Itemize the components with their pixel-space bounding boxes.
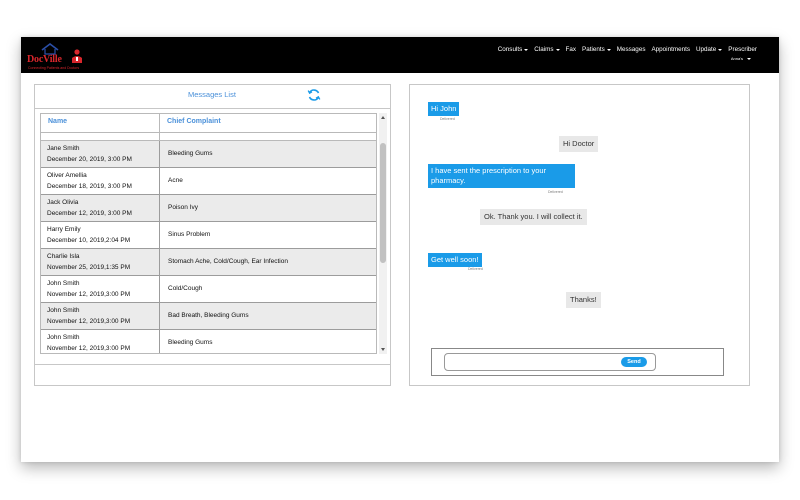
chat-message-patient: Ok. Thank you. I will collect it. <box>480 209 587 225</box>
caret-down-icon <box>524 48 529 51</box>
caret-down-icon <box>718 48 723 51</box>
messages-list-header: Messages List <box>35 85 390 109</box>
nav-appointments[interactable]: Appointments <box>651 46 690 53</box>
app-window: DocVille Connecting Patients and Doctors… <box>21 37 779 462</box>
user-name: Anna's <box>730 56 743 61</box>
patient-cell: Jane Smith December 20, 2019, 3:00 PM <box>41 141 160 167</box>
top-navbar: DocVille Connecting Patients and Doctors… <box>21 37 779 73</box>
column-header-name[interactable]: Name <box>41 114 160 132</box>
patient-cell: Jack Olivia December 12, 2019, 3:00 PM <box>41 195 160 221</box>
message-date: December 12, 2019, 3:00 PM <box>47 209 132 217</box>
chat-message-doctor: Get well soon! <box>428 253 482 267</box>
scroll-thumb[interactable] <box>380 143 386 263</box>
table-header: Name Chief Complaint <box>41 114 376 133</box>
send-button[interactable]: Send <box>621 357 647 367</box>
chat-message-patient: Thanks! <box>566 292 601 308</box>
scroll-up-arrow-icon[interactable] <box>381 116 385 119</box>
message-date: December 18, 2019, 3:00 PM <box>47 182 132 190</box>
nav-consults[interactable]: Consults <box>498 46 529 53</box>
patient-cell: John Smith November 12, 2019,3:00 PM <box>41 330 160 353</box>
refresh-icon[interactable] <box>307 88 321 102</box>
doctor-icon <box>72 49 82 63</box>
table-row[interactable]: John Smith November 12, 2019,3:00 PM Bad … <box>41 303 376 330</box>
nav-prescriber[interactable]: Prescriber <box>728 46 757 53</box>
patient-name: John Smith <box>47 280 80 287</box>
message-date: November 12, 2019,3:00 PM <box>47 290 131 298</box>
messages-list-panel: Messages List Name Chief Complaint Jane … <box>34 84 391 386</box>
table-row[interactable]: John Smith November 12, 2019,3:00 PM Blee… <box>41 330 376 353</box>
column-header-complaint[interactable]: Chief Complaint <box>160 114 376 132</box>
chat-panel: Hi John Delivered Hi Doctor I have sent … <box>409 84 750 386</box>
patient-cell: Charlie Isla November 25, 2019,1:35 PM <box>41 249 160 275</box>
complaint-cell: Bad Breath, Bleeding Gums <box>168 312 249 319</box>
patient-name: Oliver Amellia <box>47 172 87 179</box>
nav-fax[interactable]: Fax <box>566 46 577 53</box>
chat-message-patient: Hi Doctor <box>559 136 599 152</box>
messages-list-title: Messages List <box>188 90 236 99</box>
complaint-cell: Cold/Cough <box>168 285 203 292</box>
complaint-cell: Stomach Ache, Cold/Cough, Ear Infection <box>168 258 288 265</box>
delivered-status: Delivered <box>548 190 563 194</box>
table-row[interactable]: Jane Smith December 20, 2019, 3:00 PM Ble… <box>41 141 376 168</box>
brand-logo[interactable]: DocVille Connecting Patients and Doctors <box>27 41 93 71</box>
caret-down-icon <box>606 48 611 51</box>
table-row[interactable]: Jack Olivia December 12, 2019, 3:00 PM Po… <box>41 195 376 222</box>
chat-message-doctor: I have sent the prescription to your pha… <box>428 164 575 188</box>
table-scrollbar[interactable] <box>379 113 387 354</box>
patient-cell: John Smith November 12, 2019,3:00 PM <box>41 276 160 302</box>
patient-name: Harry Emily <box>47 226 81 233</box>
message-compose-box: Send <box>431 348 724 376</box>
patient-cell: John Smith November 12, 2019,3:00 PM <box>41 303 160 329</box>
message-date: December 10, 2019,2:04 PM <box>47 236 131 244</box>
complaint-cell: Bleeding Gums <box>168 150 213 157</box>
complaint-cell: Sinus Problem <box>168 231 211 238</box>
nav-patients[interactable]: Patients <box>582 46 611 53</box>
patient-name: John Smith <box>47 307 80 314</box>
user-menu[interactable]: Anna's <box>731 56 751 61</box>
complaint-cell: Acne <box>168 177 183 184</box>
nav-messages[interactable]: Messages <box>617 46 646 53</box>
patient-name: Charlie Isla <box>47 253 80 260</box>
table-row[interactable]: John Smith November 12, 2019,3:00 PM Cold… <box>41 276 376 303</box>
messages-table: Name Chief Complaint Jane Smith December … <box>40 113 377 354</box>
main-nav: Consults Claims Fax Patients Messages Ap… <box>498 46 757 53</box>
message-date: December 20, 2019, 3:00 PM <box>47 155 132 163</box>
table-spacer-row <box>41 133 376 141</box>
caret-down-icon <box>555 48 560 51</box>
complaint-cell: Bleeding Gums <box>168 339 213 346</box>
patient-name: Jack Olivia <box>47 199 79 206</box>
delivered-status: Delivered <box>468 267 483 271</box>
caret-down-icon <box>747 57 751 60</box>
table-body: Jane Smith December 20, 2019, 3:00 PM Ble… <box>41 141 376 353</box>
brand-tagline: Connecting Patients and Doctors <box>28 66 80 70</box>
nav-claims[interactable]: Claims <box>534 46 560 53</box>
complaint-cell: Poison Ivy <box>168 204 198 211</box>
patient-name: John Smith <box>47 334 80 341</box>
patient-name: Jane Smith <box>47 145 80 152</box>
chat-message-doctor: Hi John <box>428 102 460 116</box>
panel-footer-divider <box>35 364 390 365</box>
patient-cell: Oliver Amellia December 18, 2019, 3:00 PM <box>41 168 160 194</box>
brand-name: DocVille <box>27 54 62 65</box>
table-row[interactable]: Charlie Isla November 25, 2019,1:35 PM St… <box>41 249 376 276</box>
table-row[interactable]: Oliver Amellia December 18, 2019, 3:00 PM… <box>41 168 376 195</box>
patient-cell: Harry Emily December 10, 2019,2:04 PM <box>41 222 160 248</box>
delivered-status: Delivered <box>440 117 455 121</box>
table-row[interactable]: Harry Emily December 10, 2019,2:04 PM Sin… <box>41 222 376 249</box>
scroll-down-arrow-icon[interactable] <box>381 348 385 351</box>
message-date: November 12, 2019,3:00 PM <box>47 317 131 325</box>
message-date: November 25, 2019,1:35 PM <box>47 263 131 271</box>
message-date: November 12, 2019,3:00 PM <box>47 344 131 352</box>
nav-update[interactable]: Update <box>696 46 723 53</box>
